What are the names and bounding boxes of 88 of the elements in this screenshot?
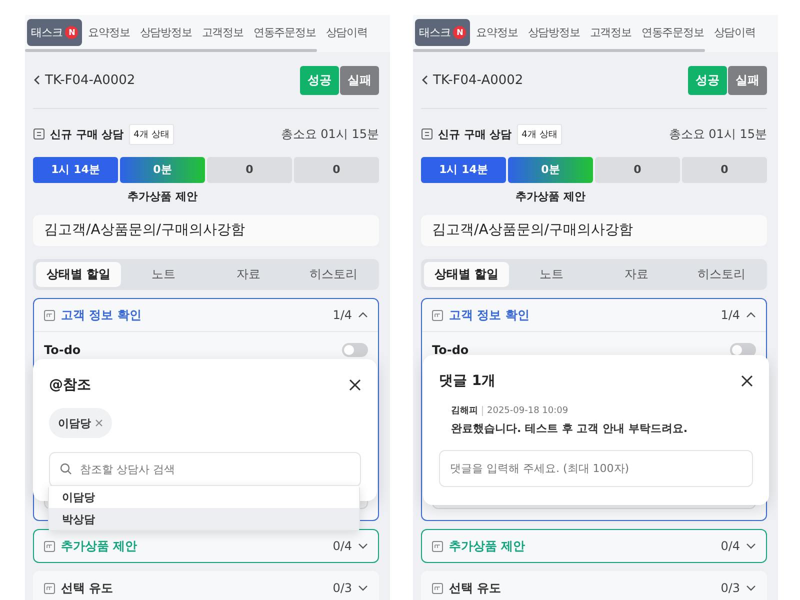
top-tab[interactable]: 상담방정보 bbox=[524, 18, 584, 46]
summary-field: 김고객/A상품문의/구매의사강함 bbox=[421, 215, 767, 246]
top-tab[interactable]: 상담이력 bbox=[322, 18, 372, 46]
flow-title: 신규 구매 상담 bbox=[438, 126, 512, 142]
remove-icon[interactable] bbox=[95, 419, 103, 427]
todo-label: To-do bbox=[432, 343, 470, 357]
section-title: 추가상품 제안 bbox=[61, 538, 138, 554]
close-icon[interactable] bbox=[741, 375, 753, 387]
top-tab[interactable]: 상담방정보 bbox=[136, 18, 196, 46]
section-count: 1/4 bbox=[720, 308, 740, 322]
todo-label: To-do bbox=[44, 343, 82, 357]
state-count-tag: 4개 상태 bbox=[516, 124, 562, 144]
section-count: 1/4 bbox=[332, 308, 352, 322]
sub-tab[interactable]: 상태별 할일 bbox=[36, 262, 121, 287]
suggestion-item[interactable]: 이담당 bbox=[49, 486, 359, 508]
flow-title: 신규 구매 상담 bbox=[50, 126, 124, 142]
total-duration: 총소요 01시 15분 bbox=[668, 126, 767, 142]
top-tab[interactable]: 고객정보 bbox=[198, 18, 248, 46]
sub-tab[interactable]: 히스토리 bbox=[291, 262, 376, 287]
suggestion-item[interactable]: 박상담 bbox=[49, 508, 359, 530]
top-tab[interactable]: 요약정보 bbox=[472, 18, 522, 46]
current-step-label: 추가상품 제안 bbox=[126, 189, 198, 205]
sub-tab[interactable]: 상태별 할일 bbox=[424, 262, 509, 287]
toggle-switch[interactable] bbox=[342, 343, 368, 357]
section-title: 선택 유도 bbox=[61, 580, 114, 596]
fail-button[interactable]: 실패 bbox=[728, 66, 767, 94]
collapse-icon[interactable] bbox=[358, 311, 368, 319]
top-tab[interactable]: 고객정보 bbox=[586, 18, 636, 46]
sub-tab[interactable]: 자료 bbox=[206, 262, 291, 287]
mention-chip[interactable]: 이담당 bbox=[49, 408, 112, 438]
fail-button[interactable]: 실패 bbox=[340, 66, 379, 94]
section-icon bbox=[432, 582, 443, 594]
section-title: 고객 정보 확인 bbox=[61, 306, 142, 324]
section-count: 0/3 bbox=[332, 581, 352, 595]
task-id: TK-F04-A0002 bbox=[45, 72, 136, 88]
sub-tab[interactable]: 노트 bbox=[121, 262, 206, 287]
top-tab[interactable]: 상담이력 bbox=[710, 18, 760, 46]
sub-tab[interactable]: 히스토리 bbox=[679, 262, 764, 287]
top-tab[interactable]: 태스크 N bbox=[415, 18, 470, 46]
progress-step: 0 bbox=[595, 157, 680, 183]
task-id: TK-F04-A0002 bbox=[433, 72, 524, 88]
section-count: 0/4 bbox=[332, 539, 352, 553]
progress-step: 0 bbox=[294, 157, 379, 183]
popup-title: @참조 bbox=[49, 376, 92, 394]
progress-step: 0 bbox=[207, 157, 292, 183]
close-icon[interactable] bbox=[349, 379, 361, 391]
collapse-icon[interactable] bbox=[746, 311, 756, 319]
summary-field: 김고객/A상품문의/구매의사강함 bbox=[33, 215, 379, 246]
top-tab[interactable]: 태스크 N bbox=[27, 18, 82, 46]
comment-field[interactable]: 댓글을 입력해 주세요. (최대 100자) bbox=[439, 450, 753, 487]
section-title: 추가상품 제안 bbox=[449, 538, 526, 554]
section-icon bbox=[44, 540, 55, 552]
progress-step: 1시 14분 bbox=[33, 157, 118, 183]
list-icon bbox=[421, 128, 433, 140]
section-icon bbox=[44, 582, 55, 594]
search-field[interactable]: 참조할 상담사 검색 bbox=[49, 452, 361, 487]
comment-text: 완료했습니다. 테스트 후 고객 안내 부탁드려요. bbox=[451, 421, 689, 436]
expand-icon[interactable] bbox=[746, 542, 756, 550]
expand-icon[interactable] bbox=[358, 542, 368, 550]
comment-time: 2025-09-18 10:09 bbox=[482, 406, 568, 416]
section-title: 고객 정보 확인 bbox=[449, 306, 530, 324]
section-icon bbox=[432, 310, 443, 320]
expand-icon[interactable] bbox=[358, 584, 368, 592]
section-title: 선택 유도 bbox=[449, 580, 502, 596]
section-count: 0/4 bbox=[720, 539, 740, 553]
list-icon bbox=[33, 128, 45, 140]
top-tab[interactable]: 연동주문정보 bbox=[249, 18, 320, 46]
state-count-tag: 4개 상태 bbox=[128, 124, 174, 144]
progress-step: 0분 bbox=[508, 157, 593, 183]
comment-author: 김해피 bbox=[451, 405, 478, 417]
sub-tab[interactable]: 자료 bbox=[594, 262, 679, 287]
popup-title: 댓글 1개 bbox=[439, 372, 497, 390]
current-step-label: 추가상품 제안 bbox=[514, 189, 586, 205]
progress-step: 0 bbox=[682, 157, 767, 183]
sub-tab[interactable]: 노트 bbox=[509, 262, 594, 287]
back-icon[interactable] bbox=[33, 74, 41, 86]
progress-step: 1시 14분 bbox=[421, 157, 506, 183]
expand-icon[interactable] bbox=[746, 584, 756, 592]
section-count: 0/3 bbox=[720, 581, 740, 595]
notification-badge: N bbox=[65, 26, 78, 38]
section-icon bbox=[432, 540, 443, 552]
total-duration: 총소요 01시 15분 bbox=[280, 126, 379, 142]
section-icon bbox=[44, 310, 55, 320]
progress-step: 0분 bbox=[120, 157, 205, 183]
back-icon[interactable] bbox=[421, 74, 429, 86]
top-tab[interactable]: 요약정보 bbox=[84, 18, 134, 46]
notification-badge: N bbox=[453, 26, 466, 38]
top-tab[interactable]: 연동주문정보 bbox=[637, 18, 708, 46]
